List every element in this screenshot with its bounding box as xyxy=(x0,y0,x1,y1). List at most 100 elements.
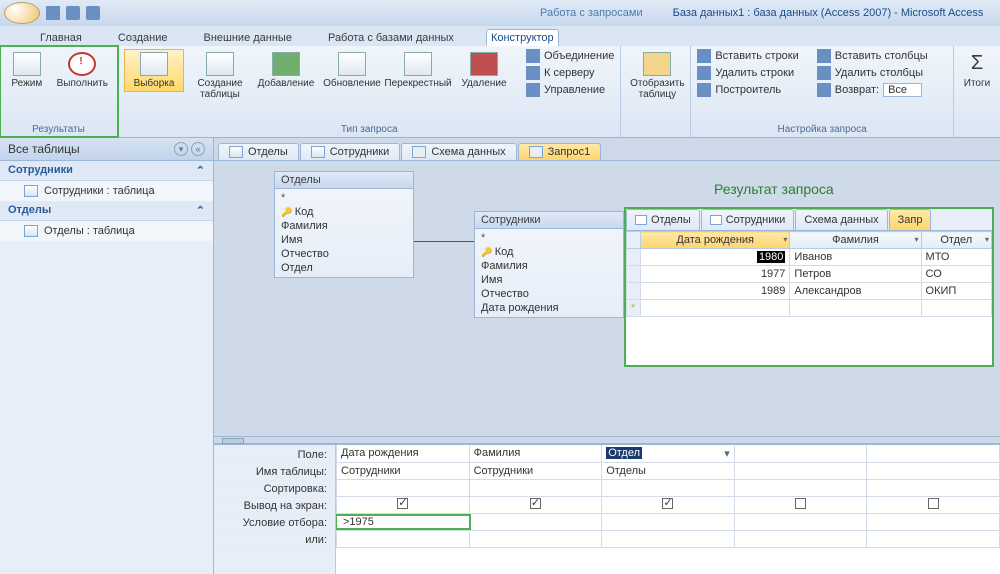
qbe-cell[interactable] xyxy=(337,496,470,513)
insert-rows-button[interactable]: Вставить строки xyxy=(697,49,798,63)
qbe-cell[interactable] xyxy=(602,530,735,547)
cell[interactable]: 1989 xyxy=(641,283,790,300)
qbe-cell[interactable]: Отделы xyxy=(602,462,735,479)
col-header-department[interactable]: Отдел▾ xyxy=(921,232,991,249)
qbe-cell[interactable] xyxy=(469,479,602,496)
select-query-button[interactable]: Выборка xyxy=(124,49,184,92)
query-design-canvas[interactable]: Отделы *КодФамилияИмяОтчествоОтдел Сотру… xyxy=(214,160,1000,436)
qbe-cell[interactable] xyxy=(602,479,735,496)
tab-design[interactable]: Конструктор xyxy=(486,29,559,46)
qbe-cell[interactable]: Фамилия xyxy=(469,445,602,462)
field-item[interactable]: Отчество xyxy=(281,247,407,261)
delete-cols-button[interactable]: Удалить столбцы xyxy=(817,66,928,80)
tab-home[interactable]: Главная xyxy=(36,30,86,46)
office-button[interactable] xyxy=(4,2,40,24)
field-item[interactable]: * xyxy=(281,191,407,205)
doc-tab-departments[interactable]: Отделы xyxy=(218,143,299,160)
qbe-columns[interactable]: Дата рожденияФамилияОтдел ▾СотрудникиСот… xyxy=(336,445,1000,548)
return-dropdown[interactable]: Возврат: Все xyxy=(817,83,928,97)
qbe-cell[interactable] xyxy=(867,530,1000,547)
nav-item-departments-table[interactable]: Отделы : таблица xyxy=(0,221,213,241)
qbe-cell[interactable] xyxy=(734,462,867,479)
show-table-button[interactable]: Отобразить таблицу xyxy=(627,49,687,103)
show-checkbox[interactable] xyxy=(397,498,408,509)
qbe-cell[interactable] xyxy=(337,479,470,496)
result-row[interactable]: 1980ИвановМТО xyxy=(627,249,992,266)
qbe-cell[interactable]: Сотрудники xyxy=(469,462,602,479)
crosstab-button[interactable]: Перекрестный xyxy=(388,49,448,92)
result-tab-employees[interactable]: Сотрудники xyxy=(701,209,795,230)
result-tab-schema[interactable]: Схема данных xyxy=(795,209,887,230)
qbe-cell[interactable] xyxy=(469,513,602,530)
cell[interactable]: 1977 xyxy=(641,266,790,283)
delete-query-button[interactable]: Удаление xyxy=(454,49,514,92)
append-button[interactable]: Добавление xyxy=(256,49,316,92)
cell[interactable]: Александров xyxy=(790,283,921,300)
qbe-cell[interactable] xyxy=(867,462,1000,479)
qbe-cell[interactable] xyxy=(469,530,602,547)
qbe-cell[interactable] xyxy=(734,445,867,462)
field-item[interactable]: Отдел xyxy=(281,261,407,275)
qbe-cell[interactable] xyxy=(602,496,735,513)
row-selector[interactable] xyxy=(627,266,641,283)
horizontal-splitter[interactable] xyxy=(214,436,1000,444)
update-button[interactable]: Обновление xyxy=(322,49,382,92)
delete-rows-button[interactable]: Удалить строки xyxy=(697,66,798,80)
save-icon[interactable] xyxy=(46,6,60,20)
nav-header[interactable]: Все таблицы ▾ « xyxy=(0,138,213,161)
table-box-employees[interactable]: Сотрудники *КодФамилияИмяОтчествоДата ро… xyxy=(474,211,624,318)
relationship-line[interactable] xyxy=(414,241,474,242)
row-selector[interactable] xyxy=(627,249,641,266)
splitter-handle-icon[interactable] xyxy=(222,438,244,444)
result-grid[interactable]: Дата рождения▾ Фамилия▾ Отдел▾ 1980Ивано… xyxy=(626,231,992,317)
qbe-cell[interactable]: >1975 xyxy=(337,513,470,530)
field-item[interactable]: Имя xyxy=(281,233,407,247)
insert-cols-button[interactable]: Вставить столбцы xyxy=(817,49,928,63)
field-item[interactable]: Фамилия xyxy=(481,259,617,273)
filter-dropdown-icon[interactable]: ▾ xyxy=(783,235,787,244)
filter-dropdown-icon[interactable]: ▾ xyxy=(985,235,989,244)
redo-icon[interactable] xyxy=(86,6,100,20)
passthrough-button[interactable]: К серверу xyxy=(526,66,614,80)
qbe-cell[interactable]: Дата рождения xyxy=(337,445,470,462)
make-table-button[interactable]: Создание таблицы xyxy=(190,49,250,103)
new-row[interactable]: * xyxy=(627,300,992,317)
qbe-cell[interactable] xyxy=(867,445,1000,462)
qbe-cell[interactable] xyxy=(867,479,1000,496)
qbe-cell[interactable] xyxy=(867,513,1000,530)
undo-icon[interactable] xyxy=(66,6,80,20)
qbe-cell[interactable] xyxy=(734,530,867,547)
field-item[interactable]: Код xyxy=(281,205,407,219)
union-button[interactable]: Объединение xyxy=(526,49,614,63)
show-checkbox[interactable] xyxy=(530,498,541,509)
row-selector-header[interactable] xyxy=(627,232,641,249)
qbe-cell[interactable] xyxy=(469,496,602,513)
nav-group-employees[interactable]: Сотрудники⌃ xyxy=(0,161,213,181)
result-row[interactable]: 1977ПетровСО xyxy=(627,266,992,283)
result-tab-query[interactable]: Запр xyxy=(889,209,932,230)
cell[interactable]: 1980 xyxy=(641,249,790,266)
qbe-cell[interactable] xyxy=(602,513,735,530)
show-checkbox[interactable] xyxy=(928,498,939,509)
col-header-lastname[interactable]: Фамилия▾ xyxy=(790,232,921,249)
doc-tab-employees[interactable]: Сотрудники xyxy=(300,143,401,160)
qbe-cell[interactable] xyxy=(867,496,1000,513)
nav-collapse-icon[interactable]: « xyxy=(191,142,205,156)
filter-dropdown-icon[interactable]: ▾ xyxy=(915,235,919,244)
totals-button[interactable]: Σ Итоги xyxy=(960,49,994,92)
cell[interactable]: ОКИП xyxy=(921,283,991,300)
qbe-cell[interactable]: Отдел ▾ xyxy=(602,445,735,462)
run-button[interactable]: Выполнить xyxy=(54,49,111,92)
tab-external-data[interactable]: Внешние данные xyxy=(200,30,296,46)
nav-dropdown-icon[interactable]: ▾ xyxy=(174,142,188,156)
col-header-birthdate[interactable]: Дата рождения▾ xyxy=(641,232,790,249)
cell[interactable]: Петров xyxy=(790,266,921,283)
cell[interactable]: МТО xyxy=(921,249,991,266)
field-item[interactable]: Отчество xyxy=(481,287,617,301)
tab-database-tools[interactable]: Работа с базами данных xyxy=(324,30,458,46)
row-selector[interactable] xyxy=(627,283,641,300)
builder-button[interactable]: Построитель xyxy=(697,83,798,97)
field-item[interactable]: Код xyxy=(481,245,617,259)
table-box-departments[interactable]: Отделы *КодФамилияИмяОтчествоОтдел xyxy=(274,171,414,278)
tab-create[interactable]: Создание xyxy=(114,30,172,46)
